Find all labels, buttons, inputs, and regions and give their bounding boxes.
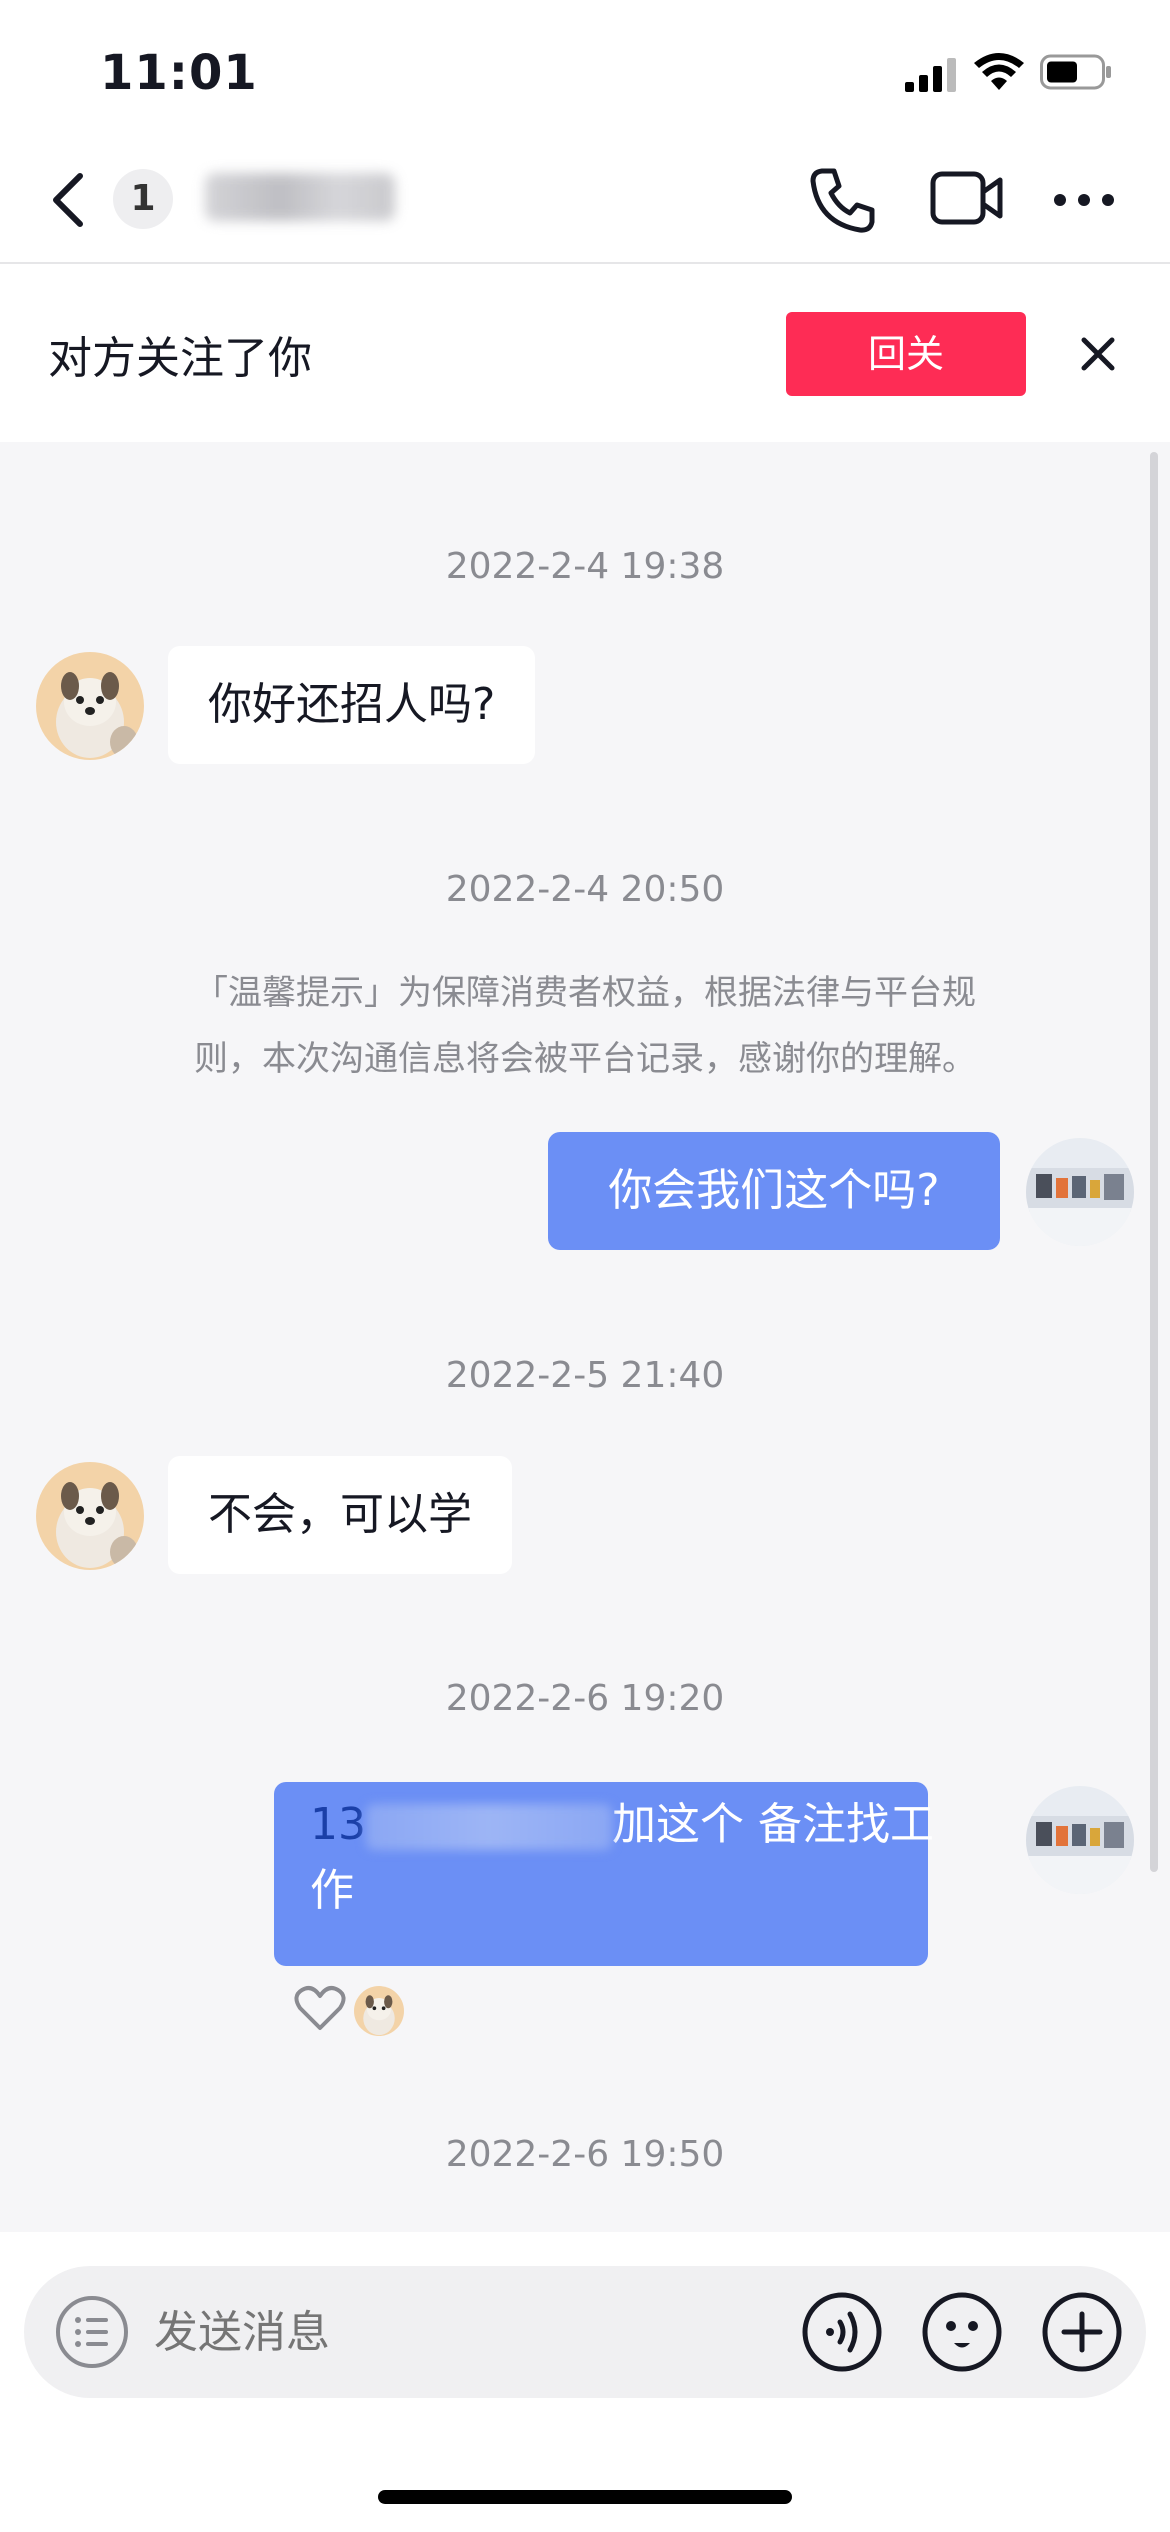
message-input[interactable] — [154, 2302, 754, 2362]
incoming-message[interactable]: 你好还招人吗? — [168, 646, 536, 764]
battery-icon — [1040, 54, 1111, 90]
scrollbar[interactable] — [1150, 452, 1158, 1872]
follow-back-button[interactable]: 回关 — [786, 312, 1026, 396]
status-time: 11:01 — [100, 45, 258, 101]
follow-banner: 对方关注了你 回关 — [0, 264, 1170, 442]
signal-icon — [905, 58, 956, 92]
list-menu-icon[interactable] — [54, 2294, 130, 2370]
close-icon[interactable] — [1078, 334, 1118, 374]
more-options-icon[interactable] — [1052, 180, 1116, 220]
timestamp: 2022-2-6 19:20 — [445, 1678, 725, 1719]
system-notice-line: 「温馨提示」为保障消费者权益，根据法律与平台规 — [194, 973, 976, 1013]
my-avatar[interactable] — [1026, 1138, 1134, 1246]
outgoing-message[interactable]: 你会我们这个吗? — [548, 1132, 1000, 1250]
phone-call-icon[interactable] — [808, 165, 878, 235]
home-indicator[interactable] — [378, 2490, 792, 2504]
contact-name[interactable] — [205, 173, 395, 221]
chat-header: 1 — [0, 140, 1170, 264]
timestamp: 2022-2-5 21:40 — [445, 1355, 725, 1396]
timestamp: 2022-2-6 19:50 — [445, 2134, 725, 2175]
video-call-icon[interactable] — [930, 168, 1004, 228]
status-bar: 11:01 — [0, 0, 1170, 140]
incoming-message[interactable]: 不会，可以学 — [168, 1456, 512, 1574]
system-notice-line: 则，本次沟通信息将会被平台记录，感谢你的理解。 — [194, 1039, 976, 1079]
masked-phone-number — [366, 1804, 612, 1850]
timestamp: 2022-2-4 19:38 — [445, 546, 725, 587]
heart-icon[interactable] — [294, 1984, 346, 2032]
contact-avatar[interactable] — [36, 1462, 144, 1570]
voice-message-icon[interactable] — [800, 2290, 884, 2374]
back-arrow-icon[interactable] — [48, 170, 88, 230]
timestamp: 2022-2-4 20:50 — [445, 869, 725, 910]
message-text-line2: 作 — [310, 1865, 354, 1916]
plus-icon[interactable] — [1040, 2290, 1124, 2374]
unread-count-badge: 1 — [113, 169, 173, 229]
wifi-icon — [974, 53, 1024, 90]
phone-number-prefix: 13 — [310, 1799, 366, 1850]
message-input-bar — [0, 2232, 1170, 2532]
reaction-avatar — [354, 1986, 404, 2036]
follow-notice-text: 对方关注了你 — [48, 333, 312, 384]
contact-avatar[interactable] — [36, 652, 144, 760]
system-notice: 「温馨提示」为保障消费者权益，根据法律与平台规 则，本次沟通信息将会被平台记录，… — [140, 960, 1030, 1092]
my-avatar[interactable] — [1026, 1786, 1134, 1894]
message-input-container — [24, 2266, 1146, 2398]
message-text: 加这个 备注找工 — [612, 1799, 934, 1850]
outgoing-message[interactable]: 13 加这个 备注找工 作 — [274, 1782, 934, 1966]
emoji-icon[interactable] — [920, 2290, 1004, 2374]
